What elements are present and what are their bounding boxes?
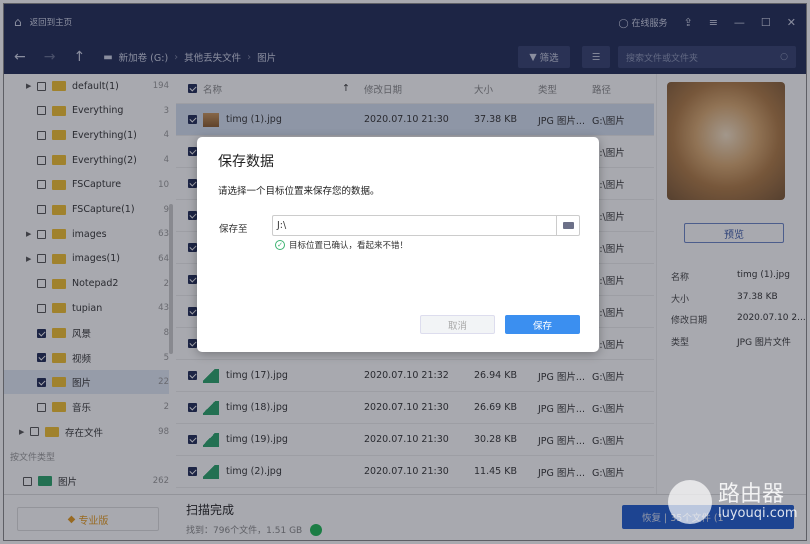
dialog-title: 保存数据 xyxy=(218,154,274,170)
dialog-description: 请选择一个目标位置来保存您的数据。 xyxy=(218,186,380,197)
validation-message: ✓ 目标位置已确认，看起来不错！ xyxy=(275,239,408,251)
folder-icon xyxy=(562,222,574,229)
save-to-label: 保存至 xyxy=(219,224,248,235)
save-data-dialog: 保存数据 请选择一个目标位置来保存您的数据。 保存至 J:\ ✓ 目标位置已确认，… xyxy=(197,137,599,352)
router-logo-icon xyxy=(668,480,712,524)
watermark-logo: 路由器 luyouqi.com xyxy=(668,480,798,524)
save-path-input[interactable]: J:\ xyxy=(272,215,580,236)
browse-folder-button[interactable] xyxy=(556,216,579,235)
cancel-button[interactable]: 取消 xyxy=(420,315,495,334)
validation-text: 目标位置已确认，看起来不错！ xyxy=(289,241,409,251)
save-path-value: J:\ xyxy=(277,220,287,231)
save-button[interactable]: 保存 xyxy=(505,315,580,334)
check-circle-icon: ✓ xyxy=(275,240,285,250)
